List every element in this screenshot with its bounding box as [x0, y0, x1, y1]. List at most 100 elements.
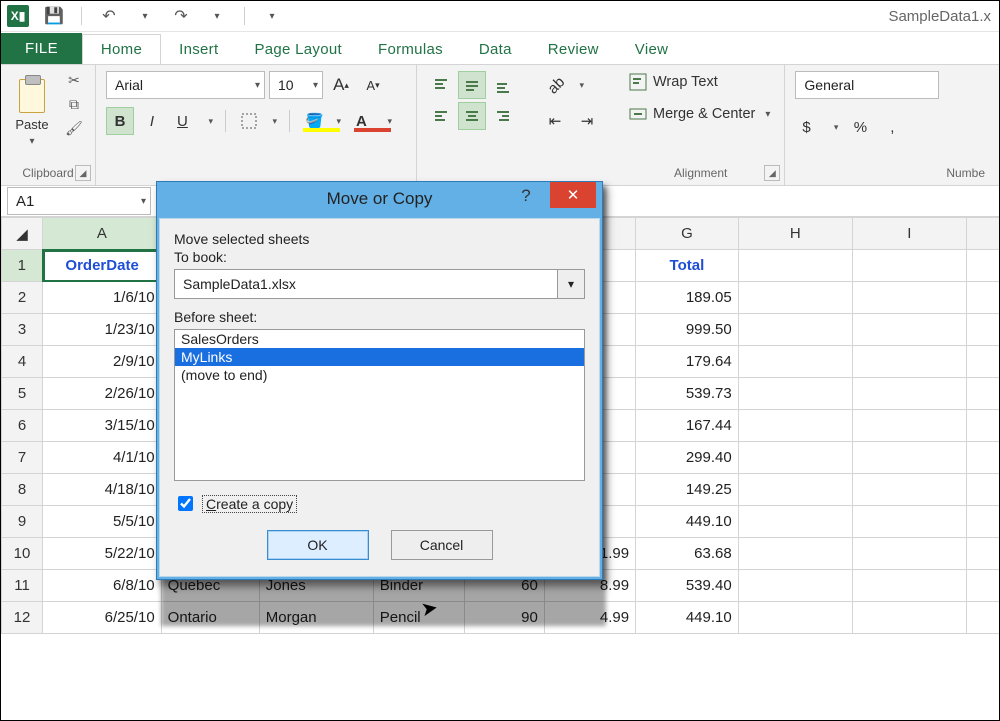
- bold-button[interactable]: B: [106, 107, 134, 135]
- cell[interactable]: [966, 602, 999, 634]
- cell[interactable]: [852, 410, 966, 442]
- cell[interactable]: [738, 346, 852, 378]
- cell[interactable]: Total: [636, 250, 739, 282]
- col-header-H[interactable]: H: [738, 218, 852, 250]
- row-header[interactable]: 10: [2, 538, 43, 570]
- tab-file[interactable]: FILE: [1, 33, 82, 64]
- wrap-text-button[interactable]: Wrap Text: [625, 71, 722, 93]
- col-header-I[interactable]: I: [852, 218, 966, 250]
- row-header[interactable]: 5: [2, 378, 43, 410]
- copy-icon[interactable]: ⧉: [63, 95, 85, 113]
- sheet-list-item[interactable]: MyLinks: [175, 348, 584, 366]
- align-right-button[interactable]: [489, 102, 517, 130]
- cell[interactable]: [738, 570, 852, 602]
- cell[interactable]: [738, 410, 852, 442]
- cell[interactable]: 539.73: [636, 378, 739, 410]
- cell[interactable]: [738, 250, 852, 282]
- format-painter-icon[interactable]: 🖌: [63, 119, 85, 137]
- cell[interactable]: [966, 506, 999, 538]
- cell[interactable]: [738, 474, 852, 506]
- col-header-J[interactable]: J: [966, 218, 999, 250]
- cell[interactable]: [738, 282, 852, 314]
- dialog-help-button[interactable]: ?: [506, 182, 546, 210]
- cell[interactable]: 189.05: [636, 282, 739, 314]
- row-header[interactable]: 6: [2, 410, 43, 442]
- increase-indent-button[interactable]: ⇥: [573, 107, 601, 135]
- row-header[interactable]: 4: [2, 346, 43, 378]
- cell[interactable]: [852, 602, 966, 634]
- cell[interactable]: [966, 538, 999, 570]
- save-icon[interactable]: 💾: [43, 5, 65, 27]
- row-header[interactable]: 7: [2, 442, 43, 474]
- cell[interactable]: 179.64: [636, 346, 739, 378]
- col-header-G[interactable]: G: [636, 218, 739, 250]
- tab-insert[interactable]: Insert: [161, 35, 236, 64]
- cell[interactable]: [966, 346, 999, 378]
- cell[interactable]: [852, 250, 966, 282]
- cell[interactable]: 63.68: [636, 538, 739, 570]
- cell[interactable]: 539.40: [636, 570, 739, 602]
- cell[interactable]: [966, 378, 999, 410]
- align-center-button[interactable]: [458, 102, 486, 130]
- cell[interactable]: [852, 570, 966, 602]
- cell[interactable]: 1/6/10: [43, 282, 162, 314]
- cell[interactable]: 149.25: [636, 474, 739, 506]
- font-size-combo[interactable]: 10▾: [269, 71, 323, 99]
- cell[interactable]: [966, 442, 999, 474]
- before-sheet-list[interactable]: SalesOrdersMyLinks(move to end): [174, 329, 585, 481]
- row-header[interactable]: 8: [2, 474, 43, 506]
- row-header[interactable]: 12: [2, 602, 43, 634]
- borders-button[interactable]: ▾: [234, 107, 281, 135]
- cell[interactable]: 2/26/10: [43, 378, 162, 410]
- align-middle-button[interactable]: [458, 71, 486, 99]
- cell[interactable]: [966, 314, 999, 346]
- cell[interactable]: [852, 538, 966, 570]
- dialog-close-button[interactable]: ✕: [550, 182, 596, 208]
- cell[interactable]: 2/9/10: [43, 346, 162, 378]
- comma-format-button[interactable]: ,: [878, 113, 906, 141]
- cell[interactable]: 5/22/10: [43, 538, 162, 570]
- tab-formulas[interactable]: Formulas: [360, 35, 461, 64]
- row-header[interactable]: 2: [2, 282, 43, 314]
- cell[interactable]: [738, 314, 852, 346]
- cell[interactable]: 3/15/10: [43, 410, 162, 442]
- italic-button[interactable]: I: [138, 107, 166, 135]
- cell[interactable]: 299.40: [636, 442, 739, 474]
- paste-button[interactable]: Paste ▾: [11, 71, 53, 149]
- cell[interactable]: [852, 506, 966, 538]
- font-color-button[interactable]: A▾: [349, 107, 396, 135]
- tab-page-layout[interactable]: Page Layout: [236, 35, 360, 64]
- tab-view[interactable]: View: [617, 35, 686, 64]
- to-book-combo[interactable]: SampleData1.xlsx ▾: [174, 269, 585, 299]
- sheet-list-item[interactable]: SalesOrders: [175, 330, 584, 348]
- ok-button[interactable]: OK: [267, 530, 369, 560]
- align-bottom-button[interactable]: [489, 71, 517, 99]
- cell[interactable]: [852, 474, 966, 506]
- cell[interactable]: [966, 282, 999, 314]
- cell[interactable]: [852, 346, 966, 378]
- cell[interactable]: [738, 538, 852, 570]
- cell[interactable]: 5/5/10: [43, 506, 162, 538]
- align-top-button[interactable]: [427, 71, 455, 99]
- cell[interactable]: OrderDate: [43, 250, 162, 282]
- orientation-button[interactable]: ab▾: [541, 71, 588, 99]
- select-all-corner[interactable]: ◢: [2, 218, 43, 250]
- tab-review[interactable]: Review: [530, 35, 617, 64]
- qat-customize-icon[interactable]: ▾: [261, 5, 283, 27]
- col-header-A[interactable]: A: [43, 218, 162, 250]
- cell[interactable]: 6/25/10: [43, 602, 162, 634]
- tab-home[interactable]: Home: [82, 34, 161, 64]
- redo-icon[interactable]: ↷: [170, 5, 192, 27]
- cell[interactable]: 449.10: [636, 506, 739, 538]
- cell[interactable]: [966, 474, 999, 506]
- cell[interactable]: 1/23/10: [43, 314, 162, 346]
- redo-dropdown-icon[interactable]: ▾: [206, 5, 228, 27]
- accounting-format-button[interactable]: $▾: [795, 113, 842, 141]
- cell[interactable]: [852, 314, 966, 346]
- cancel-button[interactable]: Cancel: [391, 530, 493, 560]
- underline-button[interactable]: U▾: [170, 107, 217, 135]
- cell[interactable]: 4/1/10: [43, 442, 162, 474]
- row-header[interactable]: 3: [2, 314, 43, 346]
- row-header[interactable]: 1: [2, 250, 43, 282]
- grow-font-button[interactable]: A▴: [327, 71, 355, 99]
